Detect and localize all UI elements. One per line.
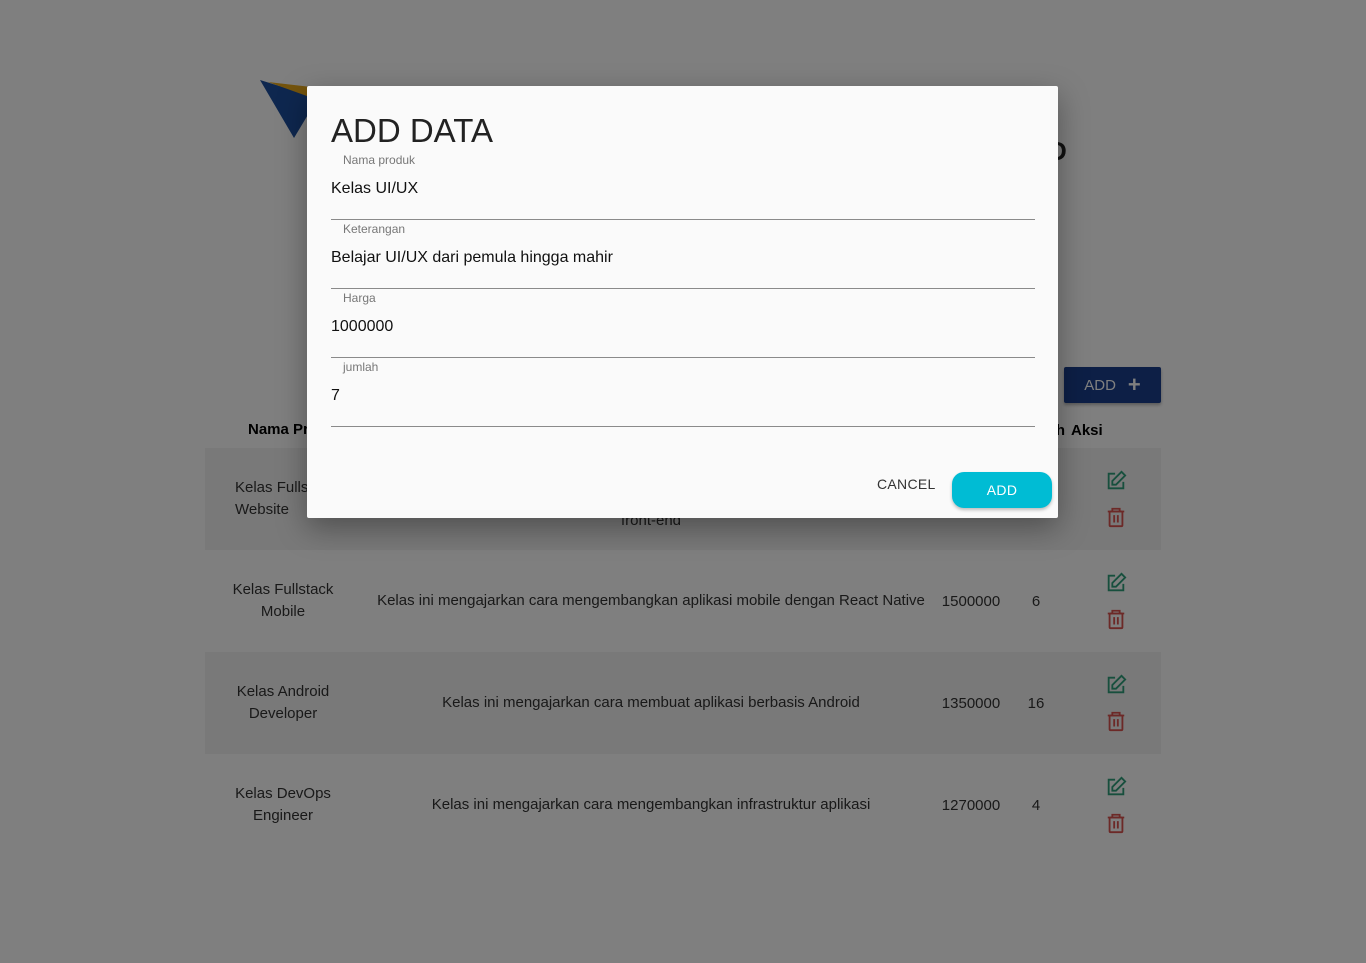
harga-field: Harga	[331, 290, 1035, 358]
jumlah-field: jumlah	[331, 359, 1035, 427]
add-data-dialog: ADD DATA Nama produk Keterangan Harga ju…	[307, 86, 1058, 518]
nama-produk-field: Nama produk	[331, 152, 1035, 220]
dialog-title: ADD DATA	[331, 112, 493, 149]
field-label: Harga	[343, 291, 376, 305]
keterangan-field: Keterangan	[331, 221, 1035, 289]
field-label: Nama produk	[343, 153, 416, 167]
field-label: Keterangan	[343, 222, 406, 236]
nama-produk-input[interactable]	[331, 174, 1035, 204]
harga-input[interactable]	[331, 312, 1035, 342]
keterangan-input[interactable]	[331, 243, 1035, 273]
jumlah-input[interactable]	[331, 381, 1035, 411]
add-button[interactable]: ADD	[952, 472, 1052, 508]
field-label: jumlah	[343, 360, 379, 374]
cancel-button[interactable]: CANCEL	[877, 476, 936, 492]
